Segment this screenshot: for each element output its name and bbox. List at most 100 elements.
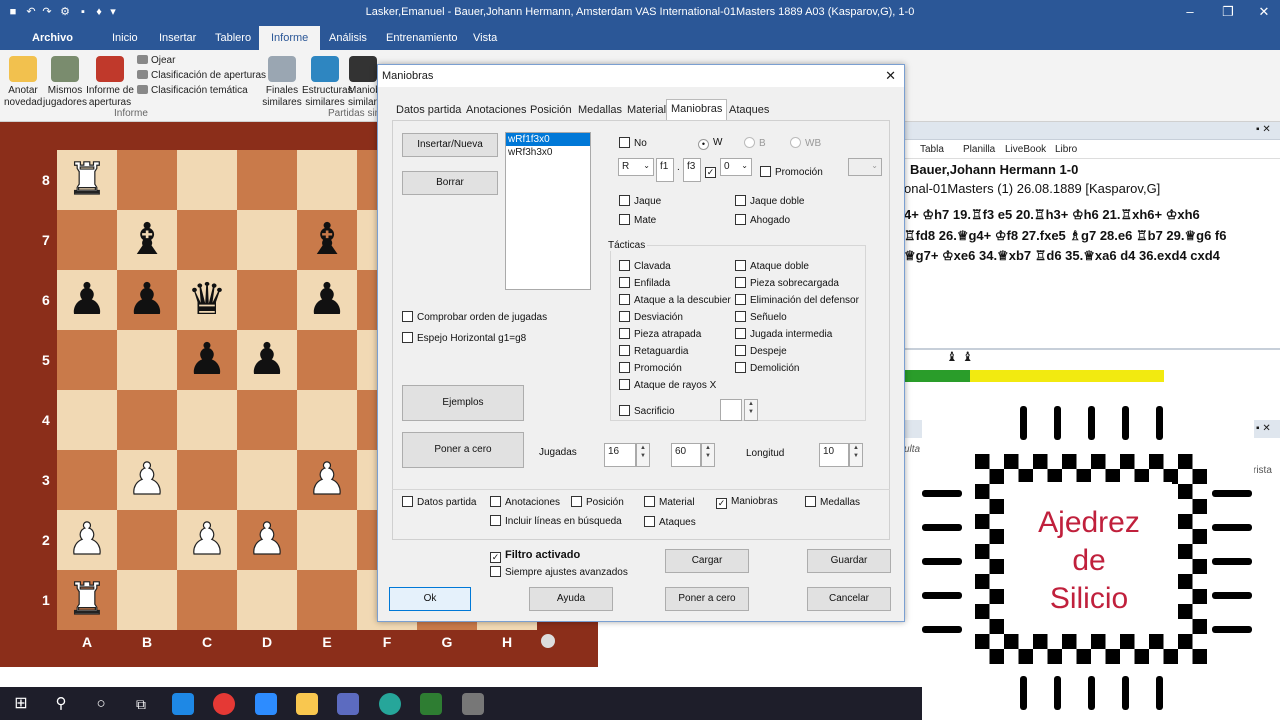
tactic-checkbox[interactable]: Retaguardia	[619, 345, 731, 358]
tab-tablero[interactable]: Tablero	[215, 26, 251, 50]
check-checkbox[interactable]: Jaque	[619, 195, 661, 208]
board-square-d1[interactable]	[237, 570, 297, 630]
notation-line-3[interactable]: ♕g7+ ♔xe6 34.♕xb7 ♖d6 35.♕xa6 d4 36.exd4…	[904, 248, 1220, 264]
tactic-checkbox[interactable]: Pieza atrapada	[619, 328, 731, 341]
minimize-icon[interactable]: –	[1172, 0, 1208, 26]
annotate-novelty-button[interactable]: Anotar novedad	[4, 56, 42, 109]
black-pawn-piece[interactable]: ♟	[247, 338, 286, 382]
board-square-c1[interactable]	[177, 570, 237, 630]
board-square-a6[interactable]: ♟	[57, 270, 117, 330]
tactic-checkbox[interactable]: Ataque doble	[735, 260, 809, 273]
search-icon[interactable]: ⚲	[50, 693, 72, 715]
piece-select[interactable]: R ⌄	[618, 158, 654, 176]
tab-livebook[interactable]: LiveBook	[1005, 144, 1046, 155]
tab-informe[interactable]: Informe	[259, 26, 321, 50]
tactic-checkbox[interactable]: Desviación	[619, 311, 731, 324]
dtab-maniobras[interactable]: Maniobras	[666, 99, 728, 120]
tab-insertar[interactable]: Insertar	[159, 26, 196, 50]
board-square-c2[interactable]: ♟	[177, 510, 237, 570]
board-square-d5[interactable]: ♟	[237, 330, 297, 390]
board-square-a4[interactable]	[57, 390, 117, 450]
filter-material-checkbox[interactable]: Material	[644, 496, 695, 509]
board-square-d2[interactable]: ♟	[237, 510, 297, 570]
filter-active-checkbox[interactable]: ✓ Filtro activado	[490, 549, 580, 563]
file-explorer-icon[interactable]	[296, 693, 318, 715]
tactic-checkbox[interactable]: Enfilada	[619, 277, 731, 290]
help-button[interactable]: Ayuda	[529, 587, 613, 611]
filter-position-checkbox[interactable]: Posición	[571, 496, 624, 509]
tactic-checkbox[interactable]: Jugada intermedia	[735, 328, 832, 341]
openings-report-button[interactable]: Informe de aperturas	[86, 56, 134, 109]
white-pawn-piece[interactable]: ♟	[127, 457, 168, 502]
sacrifice-checkbox[interactable]: Sacrificio	[619, 405, 675, 418]
delete-button[interactable]: Borrar	[402, 171, 498, 195]
filter-medals-checkbox[interactable]: Medallas	[805, 496, 860, 509]
board-square-a3[interactable]	[57, 450, 117, 510]
length-spinner[interactable]: ▲ ▼	[849, 443, 863, 467]
tactic-checkbox[interactable]: Ataque de rayos X	[619, 379, 731, 392]
board-square-d4[interactable]	[237, 390, 297, 450]
from-square-input[interactable]: f1	[656, 158, 674, 182]
board-square-b2[interactable]	[117, 510, 177, 570]
board-square-e3[interactable]: ♟	[297, 450, 357, 510]
reset-button-top[interactable]: Poner a cero	[402, 432, 524, 468]
same-players-button[interactable]: Mismos jugadores	[43, 56, 87, 109]
length-input[interactable]: 10	[819, 443, 849, 467]
promotion-piece-select[interactable]: ⌄	[848, 158, 882, 176]
board-square-b5[interactable]	[117, 330, 177, 390]
save-button[interactable]: Guardar	[807, 549, 891, 573]
board-square-b8[interactable]	[117, 150, 177, 210]
board-square-e5[interactable]	[297, 330, 357, 390]
check-order-checkbox[interactable]: Comprobar orden de jugadas	[402, 311, 547, 324]
chrome-icon[interactable]	[213, 693, 235, 715]
tactic-checkbox[interactable]: Eliminación del defensor	[735, 294, 859, 307]
white-rook-piece[interactable]: ♜	[67, 157, 108, 202]
board-square-e2[interactable]	[297, 510, 357, 570]
white-pawn-piece[interactable]: ♟	[67, 517, 108, 562]
board-square-e8[interactable]	[297, 150, 357, 210]
dtab-datos[interactable]: Datos partida	[394, 101, 463, 119]
mirror-checkbox[interactable]: Espejo Horizontal g1=g8	[402, 332, 526, 345]
black-pawn-piece[interactable]: ♟	[307, 278, 346, 322]
lower-panel-close-icon[interactable]: ▪ ✕	[1256, 423, 1271, 434]
board-square-c7[interactable]	[177, 210, 237, 270]
opening-classification-button[interactable]: Clasificación de aperturas	[137, 70, 266, 81]
advanced-settings-checkbox[interactable]: Siempre ajustes avanzados	[490, 566, 628, 579]
board-square-e1[interactable]	[297, 570, 357, 630]
board-square-a5[interactable]	[57, 330, 117, 390]
close-icon[interactable]: ✕	[1246, 0, 1280, 26]
app-icon-green[interactable]	[420, 693, 442, 715]
stalemate-checkbox[interactable]: Ahogado	[735, 214, 790, 227]
tab-entrenamiento[interactable]: Entrenamiento	[386, 26, 458, 50]
notation-line-1[interactable]: 4+ ♔h7 19.♖f3 e5 20.♖h3+ ♔h6 21.♖xh6+ ♔x…	[904, 207, 1200, 223]
dtab-material[interactable]: Material	[625, 101, 668, 119]
white-pawn-piece[interactable]: ♟	[247, 517, 288, 562]
moves-from-input[interactable]: 16	[604, 443, 636, 467]
tactic-checkbox[interactable]: Despeje	[735, 345, 787, 358]
no-checkbox[interactable]: No	[619, 137, 647, 150]
dtab-medallas[interactable]: Medallas	[576, 101, 624, 119]
moves-from-spinner[interactable]: ▲ ▼	[636, 443, 650, 467]
mail-icon[interactable]	[172, 693, 194, 715]
filter-attacks-checkbox[interactable]: Ataques	[644, 516, 696, 529]
moves-to-spinner[interactable]: ▲ ▼	[701, 443, 715, 467]
board-square-d7[interactable]	[237, 210, 297, 270]
tab-planilla[interactable]: Planilla	[963, 144, 995, 155]
examples-button[interactable]: Ejemplos	[402, 385, 524, 421]
browse-button[interactable]: Ojear	[137, 55, 175, 66]
black-bishop-piece[interactable]: ♝	[307, 218, 346, 262]
board-square-d8[interactable]	[237, 150, 297, 210]
tactic-checkbox[interactable]: Pieza sobrecargada	[735, 277, 839, 290]
tactic-checkbox[interactable]: Señuelo	[735, 311, 787, 324]
white-pawn-piece[interactable]: ♟	[187, 517, 228, 562]
black-queen-piece[interactable]: ♛	[187, 278, 226, 322]
black-radio[interactable]: B	[744, 137, 766, 150]
reset-button[interactable]: Poner a cero	[665, 587, 749, 611]
filter-game-data-checkbox[interactable]: Datos partida	[402, 496, 476, 509]
count-select[interactable]: 0 ⌄	[720, 158, 752, 176]
dialog-close-icon[interactable]: ✕	[885, 68, 896, 84]
board-square-b4[interactable]	[117, 390, 177, 450]
list-item[interactable]: wRf1f3x0	[506, 133, 590, 146]
board-square-c6[interactable]: ♛	[177, 270, 237, 330]
thematic-classification-button[interactable]: Clasificación temática	[137, 85, 248, 96]
